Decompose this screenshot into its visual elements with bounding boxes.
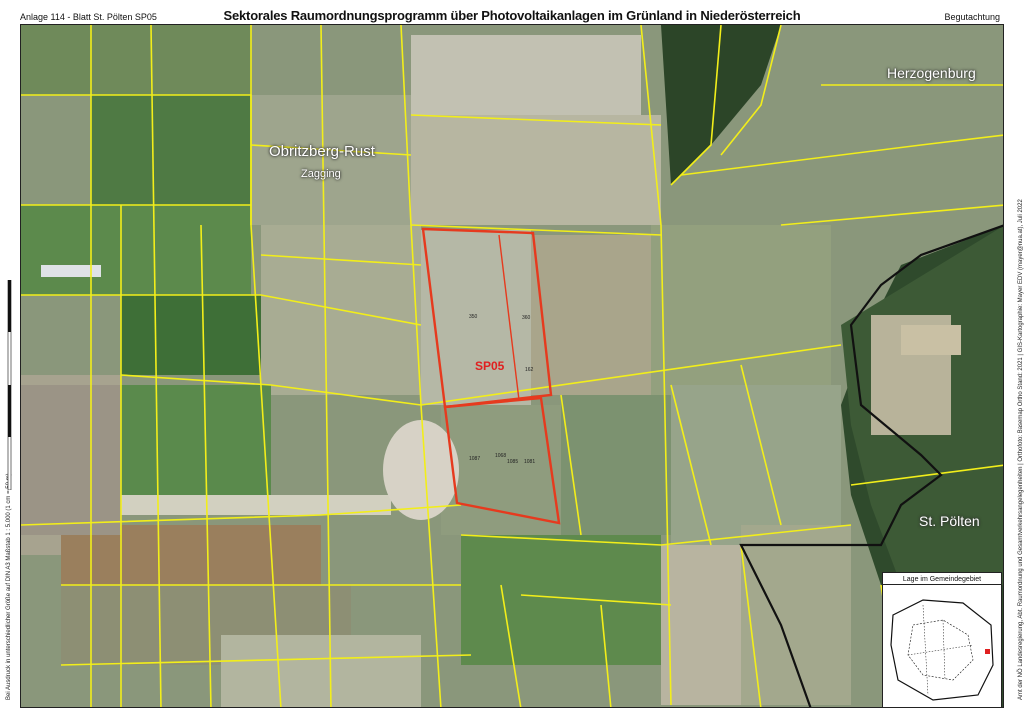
- copyright-note: Amt der NÖ Landesregierung, Abt. Raumord…: [1018, 199, 1024, 700]
- inset-title: Lage im Gemeindegebiet: [883, 573, 1001, 585]
- parcel-number: 360: [522, 315, 531, 321]
- place-herzogenburg: Herzogenburg: [887, 65, 976, 81]
- status-label: Begutachtung: [944, 12, 1000, 22]
- scale-bar: [3, 279, 13, 491]
- locator-map: [890, 599, 994, 701]
- place-st-poelten: St. Pölten: [919, 513, 980, 529]
- parcel-number: 1087: [469, 456, 481, 462]
- map-area[interactable]: Herzogenburg Obritzberg-Rust Zagging St.…: [20, 24, 1004, 708]
- parcel-number: 1068: [495, 453, 507, 459]
- parcel-number: 1085: [507, 459, 519, 465]
- place-zagging: Zagging: [301, 168, 341, 180]
- place-obritzberg: Obritzberg-Rust: [269, 143, 375, 160]
- parcel-number: 162: [525, 367, 534, 373]
- locator-inset: Lage im Gemeindegebiet: [882, 572, 1002, 708]
- location-marker: [985, 649, 990, 654]
- zone-label-sp05: SP05: [475, 359, 505, 373]
- parcel-number: 1081: [524, 459, 536, 465]
- village-area: [21, 385, 121, 535]
- parcel-number: 350: [469, 314, 478, 320]
- aerial-map: [21, 25, 1003, 707]
- map-title: Sektorales Raumordnungsprogramm über Pho…: [223, 8, 801, 23]
